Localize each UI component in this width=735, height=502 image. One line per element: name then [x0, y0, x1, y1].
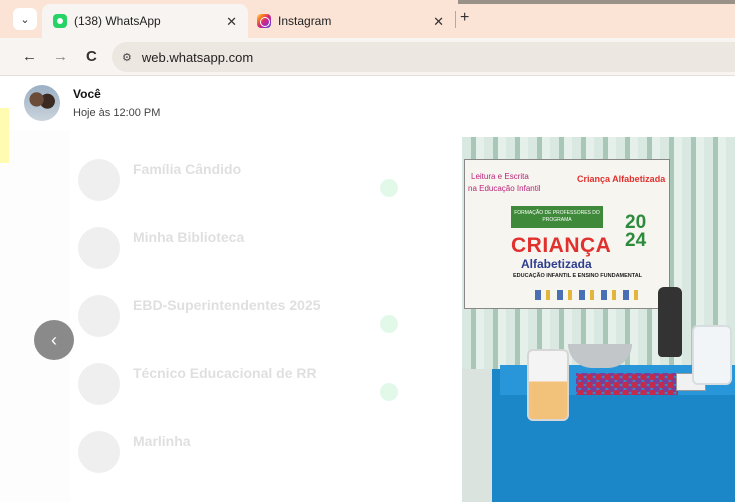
- photo-floor: [462, 369, 492, 502]
- previous-media-button[interactable]: ‹: [34, 320, 74, 360]
- banner-year: 20 24: [625, 212, 647, 251]
- chevron-left-icon: ‹: [51, 329, 57, 350]
- list-item: Técnico Educacional de RR: [78, 355, 408, 415]
- new-tab-button[interactable]: +: [460, 9, 469, 27]
- list-item: Família Cândido: [78, 151, 408, 211]
- banner-line: Leitura e Escrita: [471, 172, 529, 181]
- url-text: web.whatsapp.com: [141, 49, 254, 65]
- banner-line: na Educação Infantil: [468, 184, 541, 193]
- event-banner: Leitura e Escrita na Educação Infantil C…: [464, 159, 670, 309]
- chat-list: Família Cândido Minha Biblioteca EBD-Sup…: [70, 131, 415, 502]
- list-item: Marlinha: [78, 423, 408, 483]
- instagram-icon: [257, 14, 271, 28]
- close-icon[interactable]: ✕: [226, 14, 237, 30]
- water-jug: [692, 325, 732, 385]
- media-photo: Leitura e Escrita na Educação Infantil C…: [462, 137, 735, 502]
- back-arrow-icon[interactable]: ←: [22, 48, 37, 65]
- reload-icon[interactable]: C: [86, 48, 97, 65]
- whatsapp-icon: [53, 14, 67, 28]
- window-thumbnail-strip: [458, 0, 735, 4]
- tab-instagram[interactable]: Instagram ✕: [250, 4, 455, 38]
- chevron-down-icon: ⌄: [20, 13, 30, 26]
- tab-whatsapp[interactable]: (138) WhatsApp ✕: [42, 4, 248, 38]
- juice-jug: [527, 349, 569, 421]
- sender-name: Você: [73, 87, 101, 101]
- banner-alfabetizada: Alfabetizada: [521, 257, 592, 271]
- avatar[interactable]: [24, 85, 60, 121]
- tab-title: Instagram: [278, 14, 332, 28]
- browser-tab-bar: ⌄ (138) WhatsApp ✕ Instagram ✕ +: [0, 0, 735, 38]
- list-item: Minha Biblioteca: [78, 219, 408, 279]
- message-timestamp: Hoje às 12:00 PM: [73, 107, 161, 119]
- media-viewer-header: Você Hoje às 12:00 PM: [0, 76, 735, 131]
- address-bar[interactable]: ⚙ web.whatsapp.com: [112, 42, 735, 72]
- banner-formation: FORMAÇÃO DE PROFESSORES DO PROGRAMA: [511, 206, 603, 228]
- banner-crianca: CRIANÇA: [511, 234, 612, 257]
- site-info-icon[interactable]: ⚙: [122, 51, 132, 64]
- forward-arrow-icon[interactable]: →: [53, 48, 68, 65]
- candies: [576, 373, 678, 395]
- list-item: EBD-Superintendentes 2025: [78, 287, 408, 347]
- tab-search-button[interactable]: ⌄: [13, 8, 37, 30]
- nav-rail: [0, 131, 70, 502]
- thermos: [658, 287, 682, 357]
- banner-education: EDUCAÇÃO INFANTIL E ENSINO FUNDAMENTAL: [513, 273, 643, 279]
- banner-program: Criança Alfabetizada: [577, 174, 666, 184]
- close-icon[interactable]: ✕: [433, 14, 444, 30]
- sponsor-logos: [535, 290, 645, 300]
- tab-divider: [455, 11, 456, 28]
- tab-title: (138) WhatsApp: [74, 14, 161, 28]
